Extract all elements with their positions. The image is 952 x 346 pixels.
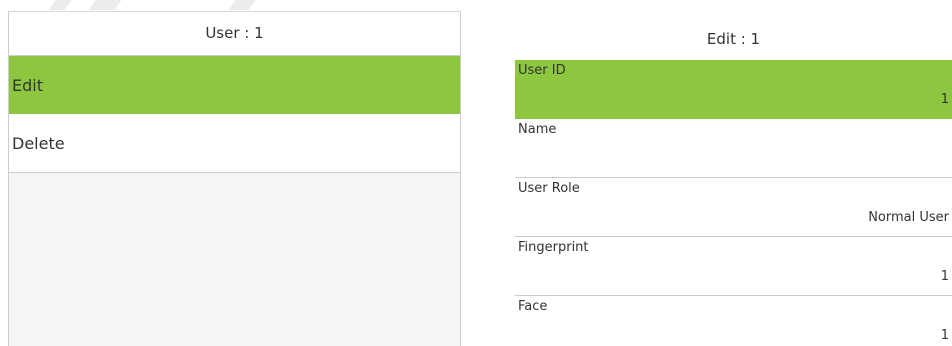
decorative-mark bbox=[88, 0, 122, 10]
field-face[interactable]: Face 1 bbox=[515, 296, 952, 346]
screen: User : 1 Edit Delete Edit : 1 User ID 1 … bbox=[0, 0, 952, 346]
edit-user-panel: Edit : 1 User ID 1 Name User Role Normal… bbox=[515, 18, 952, 346]
field-value: 1 bbox=[940, 328, 949, 343]
user-menu-panel: User : 1 Edit Delete bbox=[8, 11, 461, 346]
menu-item-edit[interactable]: Edit bbox=[9, 56, 460, 114]
field-user-role[interactable]: User Role Normal User bbox=[515, 178, 952, 237]
field-value: 1 bbox=[940, 92, 949, 107]
field-value: 1 bbox=[940, 269, 949, 284]
field-fingerprint[interactable]: Fingerprint 1 bbox=[515, 237, 952, 296]
menu-item-label: Edit bbox=[12, 76, 43, 95]
field-label: Fingerprint bbox=[518, 240, 589, 255]
field-value: Normal User bbox=[868, 210, 949, 225]
field-label: Name bbox=[518, 122, 557, 137]
decorative-mark bbox=[48, 0, 72, 10]
field-label: User Role bbox=[518, 181, 580, 196]
field-name[interactable]: Name bbox=[515, 119, 952, 178]
field-label: User ID bbox=[518, 63, 566, 78]
field-label: Face bbox=[518, 299, 548, 314]
menu-item-label: Delete bbox=[12, 134, 65, 153]
edit-panel-title: Edit : 1 bbox=[706, 30, 761, 48]
decorative-mark bbox=[228, 0, 256, 10]
field-user-id[interactable]: User ID 1 bbox=[515, 60, 952, 119]
menu-item-delete[interactable]: Delete bbox=[9, 114, 460, 173]
user-menu-title: User : 1 bbox=[9, 12, 460, 56]
